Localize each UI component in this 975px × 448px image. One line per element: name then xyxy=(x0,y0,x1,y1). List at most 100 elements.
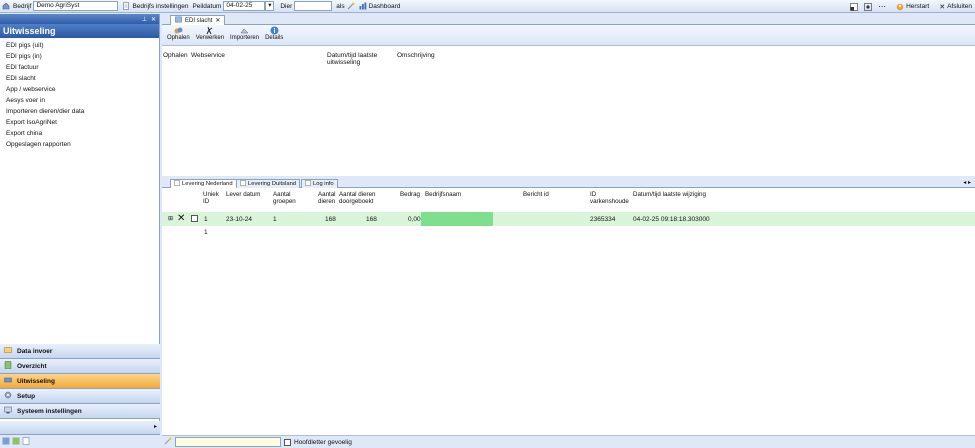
sidebar-item-importeren-dieren[interactable]: Importeren dieren/dier data xyxy=(0,106,159,117)
nav-overzicht[interactable]: Overzicht xyxy=(0,359,160,374)
left-panel-header: ⊥ ✕ xyxy=(0,14,159,24)
table-row[interactable] xyxy=(162,212,975,226)
checkbox-box xyxy=(191,215,198,222)
hoofdletter-checkbox[interactable] xyxy=(284,438,291,446)
nav-systeem-label: Systeem instellingen xyxy=(17,407,82,415)
importeren-button[interactable]: Importeren xyxy=(227,25,262,42)
als-label: als xyxy=(336,2,345,10)
col-doorgeboekt-l2: doorgeboekt xyxy=(339,198,374,205)
close-icon: ✕ xyxy=(939,3,946,11)
sidebar-item-app-webservice[interactable]: App / webservice xyxy=(0,84,159,95)
col-id-varkenshouder-l1: ID xyxy=(590,191,597,198)
search-filter-input[interactable] xyxy=(175,437,281,447)
row-select-checkbox[interactable] xyxy=(191,215,198,224)
col-id-varkenshouder[interactable]: ID varkenshoude xyxy=(590,191,629,205)
sidebar-item-edi-slacht[interactable]: EDI slacht xyxy=(0,73,159,84)
col-bericht-id[interactable]: Bericht id xyxy=(523,191,549,198)
col-aantal-groepen[interactable]: Aantal groepen xyxy=(273,191,296,205)
peildatum-dropdown-button[interactable]: ▾ xyxy=(265,1,275,11)
settings-page-icon xyxy=(122,2,130,10)
nav-data-invoer-label: Data invoer xyxy=(17,347,53,355)
ophalen-button[interactable]: Ophalen xyxy=(164,25,193,42)
nav-overflow-icon[interactable]: ▸ xyxy=(154,423,157,430)
status-icon-1[interactable] xyxy=(2,437,10,447)
col-aantal-dieren[interactable]: Aantal dieren xyxy=(318,191,336,205)
details-button[interactable]: Details xyxy=(262,25,286,42)
bedrijfs-instellingen-button[interactable]: Bedrijfs instellingen xyxy=(122,2,188,10)
status-icon-3[interactable] xyxy=(22,436,30,447)
grid-tab-icon xyxy=(240,180,246,188)
importeren-label: Importeren xyxy=(230,35,260,41)
verwerken-button[interactable]: Verwerken xyxy=(193,25,227,42)
layout-icon[interactable] xyxy=(850,2,858,11)
col-lever-datum[interactable]: Lever datum xyxy=(226,191,260,198)
sidebar-item-export-isoagrinet[interactable]: Export IsoAgriNet xyxy=(0,117,159,128)
sidebar-item-export-china[interactable]: Export china xyxy=(0,128,159,139)
tab-levering-nederland[interactable]: Levering Nederland xyxy=(170,179,237,188)
col-id-varkenshouder-l2: varkenshoude xyxy=(590,198,629,205)
importeren-icon xyxy=(240,28,249,34)
nav-systeem-instellingen[interactable]: Systeem instellingen xyxy=(0,404,160,419)
nav-uitwisseling[interactable]: Uitwisseling xyxy=(0,374,160,389)
ophalen-icon xyxy=(174,27,183,34)
herstart-label: Herstart xyxy=(906,3,930,10)
tab-scroll-arrows[interactable]: ◂ ▸ xyxy=(963,179,971,186)
tab-levering-nederland-label: Levering Nederland xyxy=(182,181,233,187)
nav-pane: Data invoer Overzicht Uitwisseling Setup… xyxy=(0,344,160,419)
cell-uniek-id: 1 xyxy=(204,216,208,223)
more-icon[interactable]: ⋯ xyxy=(878,2,886,11)
levering-grid: Uniek ID Lever datum Aantal groepen Aantal… xyxy=(162,188,975,428)
sidebar-item-opgeslagen-rapporten[interactable]: Opgeslagen rapporten xyxy=(0,139,159,150)
col-doorgeboekt[interactable]: Aantal dieren doorgeboekt xyxy=(339,191,375,205)
col-bedrag[interactable]: Bedrag xyxy=(400,191,420,198)
sidebar-item-edi-factuur[interactable]: EDI factuur xyxy=(0,62,159,73)
peildatum-field[interactable]: 04-02-25 xyxy=(223,1,266,11)
nav-data-invoer[interactable]: Data invoer xyxy=(0,344,160,359)
home-icon xyxy=(2,2,10,10)
status-icon-2[interactable] xyxy=(12,437,20,447)
tab-levering-duitsland[interactable]: Levering Duitsland xyxy=(236,179,301,188)
left-panel-title: Uitwisseling xyxy=(0,24,159,38)
col-aantal-dieren-l1: Aantal xyxy=(318,191,336,198)
overzicht-icon xyxy=(4,361,12,371)
data-invoer-icon xyxy=(4,346,12,356)
col-bedrijfsnaam[interactable]: Bedrijfsnaam xyxy=(425,191,461,198)
col-datum-tijd[interactable]: Datum/tijd laatste uitwisseling xyxy=(327,52,377,66)
cell-id-varkenshouder: 2365334 xyxy=(590,216,616,223)
doc-tab-icon xyxy=(175,16,182,25)
col-uniek-id[interactable]: Uniek ID xyxy=(203,191,219,205)
tab-log-info[interactable]: Log info xyxy=(301,179,338,188)
dier-field[interactable] xyxy=(294,1,333,11)
expand-row-icon[interactable]: ⊞ xyxy=(168,215,173,222)
col-omschrijving[interactable]: Omschrijving xyxy=(397,52,435,59)
afsluiten-button[interactable]: ✕ Afsluiten xyxy=(939,3,972,11)
nav-uitwisseling-label: Uitwisseling xyxy=(17,377,55,385)
col-webservice[interactable]: Webservice xyxy=(191,52,225,59)
tab-close-icon[interactable]: ✕ xyxy=(215,17,220,24)
verwerken-icon xyxy=(206,26,213,35)
systeem-icon xyxy=(4,406,12,416)
peildatum-label: Peildatum xyxy=(192,2,222,10)
tab-edi-slacht-label: EDI slacht xyxy=(185,17,213,24)
main-status-bar: Hoofdletter gevoelig xyxy=(162,435,975,448)
sidebar-item-edi-pigs-uit[interactable]: EDI pigs (uit) xyxy=(0,40,159,51)
delete-row-icon[interactable]: ✕ xyxy=(177,213,185,224)
panel-close-icon[interactable]: ✕ xyxy=(151,16,156,23)
sidebar-item-aesys-voer-in[interactable]: Aesys voer in xyxy=(0,95,159,106)
cell-aantal-dieren: 168 xyxy=(325,216,336,223)
bedrijf-field[interactable]: Demo AgriSyst xyxy=(33,1,119,11)
dier-label: Dier xyxy=(280,2,293,10)
webservice-grid: Ophalen Webservice Datum/tijd laatste ui… xyxy=(162,46,975,176)
screenshot-icon[interactable] xyxy=(864,2,872,11)
col-laatste-wijziging[interactable]: Datum/tijd laatste wijziging xyxy=(633,191,706,198)
dashboard-button[interactable]: Dashboard xyxy=(359,2,400,10)
pin-icon[interactable]: ⊥ xyxy=(142,16,147,23)
search-wand-icon[interactable] xyxy=(347,2,355,10)
herstart-button[interactable]: Herstart xyxy=(896,3,929,11)
tab-edi-slacht[interactable]: EDI slacht ✕ xyxy=(170,15,226,25)
col-uniek-id-l1: Uniek xyxy=(203,191,219,198)
tab-log-info-label: Log info xyxy=(313,181,334,187)
sidebar-item-edi-pigs-in[interactable]: EDI pigs (in) xyxy=(0,51,159,62)
nav-setup[interactable]: Setup xyxy=(0,389,160,404)
col-ophalen[interactable]: Ophalen xyxy=(163,52,188,59)
